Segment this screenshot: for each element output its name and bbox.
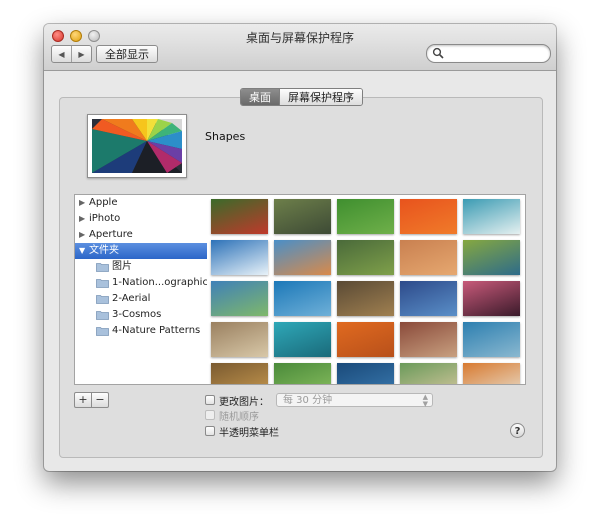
sidebar-item-nature-patterns[interactable]: 4-Nature Patterns [75,323,207,339]
disclosure-triangle-icon[interactable]: ▼ [79,243,85,259]
wallpaper-thumbnail[interactable] [337,281,394,316]
system-preferences-window: 桌面与屏幕保护程序 ◀ ▶ 全部显示 桌面 屏幕保护程序 Shapes ▶ Ap… [44,24,556,471]
folder-icon [96,279,109,288]
wallpaper-thumbnail[interactable] [337,240,394,275]
wallpaper-thumbnail[interactable] [400,281,457,316]
back-forward-control: ◀ ▶ [51,45,92,63]
folder-icon [96,311,109,320]
search-input[interactable] [447,46,543,60]
back-button[interactable]: ◀ [52,46,71,62]
add-remove-control: + − [74,392,109,408]
wallpaper-thumbnail[interactable] [463,322,520,357]
search-field[interactable] [426,44,551,63]
wallpaper-thumbnail[interactable] [274,363,331,384]
sidebar-item-aerial[interactable]: 2-Aerial [75,291,207,307]
wallpaper-thumbnail[interactable] [211,281,268,316]
wallpaper-thumbnail[interactable] [463,363,520,384]
forward-button[interactable]: ▶ [71,46,91,62]
sidebar-item-label: 4-Nature Patterns [112,325,201,336]
wallpaper-thumbnail[interactable] [400,199,457,234]
wallpaper-thumbnail[interactable] [274,322,331,357]
title-bar: 桌面与屏幕保护程序 ◀ ▶ 全部显示 [44,24,556,71]
add-folder-button[interactable]: + [75,393,91,407]
change-interval-popup[interactable]: 每 30 分钟 ▲ ▼ [276,393,433,408]
disclosure-triangle-icon[interactable]: ▶ [79,195,85,211]
change-picture-checkbox[interactable] [205,395,215,405]
disclosure-triangle-icon[interactable]: ▶ [79,227,85,243]
sidebar-item-label: Apple [89,197,118,208]
popup-arrows-icon: ▲ ▼ [422,393,428,408]
sidebar-item-cosmos[interactable]: 3-Cosmos [75,307,207,323]
wallpaper-thumbnail[interactable] [463,199,520,234]
wallpaper-thumbnail[interactable] [211,240,268,275]
wallpaper-preview [87,114,187,178]
wallpaper-name: Shapes [205,130,246,143]
wallpaper-thumbnail[interactable] [211,322,268,357]
tab-bar: 桌面 屏幕保护程序 [240,88,363,106]
sidebar-item-label: Aperture [89,229,133,240]
translucent-menu-bar-checkbox[interactable] [205,426,215,436]
wallpaper-thumbnail[interactable] [211,363,268,384]
sidebar-item-label: 图片 [112,261,132,272]
sidebar-item-label: 文件夹 [89,245,119,256]
change-picture-label: 更改图片： [219,397,269,408]
wallpaper-thumbnail[interactable] [274,199,331,234]
search-icon [432,47,444,59]
wallpaper-thumbnail[interactable] [400,363,457,384]
tab-screen-saver[interactable]: 屏幕保护程序 [279,89,362,105]
folder-icon [96,263,109,272]
random-order-label: 随机顺序 [219,412,259,423]
source-list: ▶ Apple ▶ iPhoto ▶ Aperture ▼ 文件夹 图片 1-N… [74,194,208,385]
help-button[interactable]: ? [510,423,525,438]
sidebar-item-label: 1-Nation...ographic [112,277,208,288]
sidebar-item-aperture[interactable]: ▶ Aperture [75,227,207,243]
shapes-wallpaper-image [92,119,182,173]
sidebar-item-pictures[interactable]: 图片 [75,259,207,275]
wallpaper-thumbnail[interactable] [337,363,394,384]
folder-icon [96,295,109,304]
sidebar-item-label: 2-Aerial [112,293,151,304]
sidebar-item-national-geographic[interactable]: 1-Nation...ographic [75,275,207,291]
wallpaper-thumbnail[interactable] [337,322,394,357]
tab-desktop[interactable]: 桌面 [241,89,279,105]
wallpaper-grid [207,194,526,385]
sidebar-item-folders[interactable]: ▼ 文件夹 [75,243,207,259]
show-all-button[interactable]: 全部显示 [96,45,158,63]
random-order-checkbox[interactable] [205,410,215,420]
wallpaper-thumbnail[interactable] [463,240,520,275]
remove-folder-button[interactable]: − [91,393,108,407]
wallpaper-thumbnail[interactable] [337,199,394,234]
sidebar-item-label: 3-Cosmos [112,309,162,320]
wallpaper-thumbnail[interactable] [400,322,457,357]
wallpaper-thumbnail[interactable] [274,240,331,275]
sidebar-item-apple[interactable]: ▶ Apple [75,195,207,211]
sidebar-item-iphoto[interactable]: ▶ iPhoto [75,211,207,227]
folder-icon [96,327,109,336]
wallpaper-thumbnail[interactable] [400,240,457,275]
wallpaper-thumbnail[interactable] [211,199,268,234]
disclosure-triangle-icon[interactable]: ▶ [79,211,85,227]
interval-value: 每 30 分钟 [283,395,333,406]
wallpaper-thumbnail[interactable] [463,281,520,316]
wallpaper-thumbnail[interactable] [274,281,331,316]
translucent-menu-bar-label: 半透明菜单栏 [219,428,279,439]
sidebar-item-label: iPhoto [89,213,121,224]
